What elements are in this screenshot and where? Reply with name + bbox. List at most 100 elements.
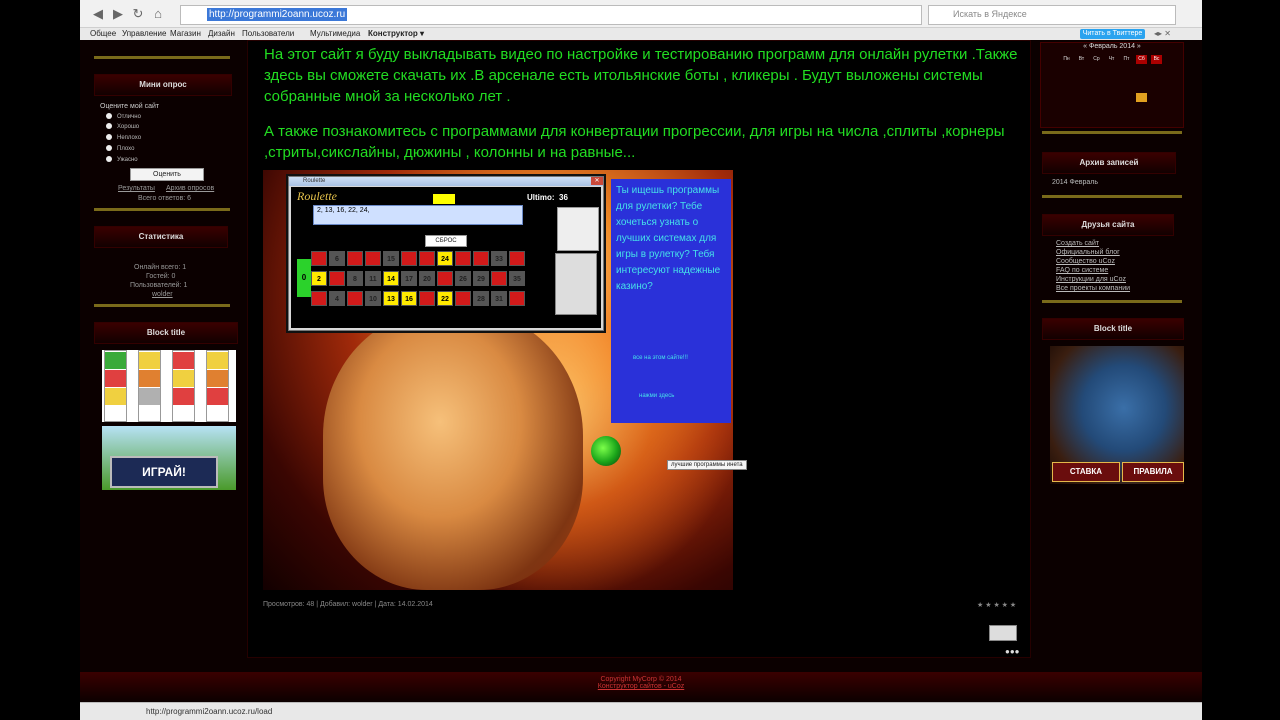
numbers-input[interactable]: 2, 13, 16, 22, 24, [313,205,523,225]
roulette-number-cell[interactable]: 19 [419,291,435,306]
ucoz-link[interactable]: Конструктор сайтов - uCoz [80,683,1202,690]
vote-button[interactable]: Оценить [130,168,204,181]
roulette-number-cell[interactable]: 9 [347,251,363,266]
promo-link[interactable]: нажми здесь [639,388,674,404]
radio-icon[interactable] [106,145,112,152]
counter-field[interactable] [433,194,455,204]
share-icon[interactable] [989,625,1017,641]
roulette-number-cell[interactable]: 34 [509,291,525,306]
window-controls-icon[interactable]: ◂▸ ✕ [1154,29,1171,38]
menu-item-design[interactable]: Дизайн [208,29,235,38]
archive-link[interactable]: 2014 Февраль [1052,179,1098,186]
poll-option[interactable]: Плохо [106,145,134,154]
twitter-button[interactable]: Читать в Твиттере [1080,29,1145,39]
address-bar[interactable]: http://programmi2oann.ucoz.ru [180,5,922,25]
roulette-number-cell[interactable]: 5 [329,271,345,286]
game-ad-banner[interactable]: ИГРАЙ! [102,426,236,490]
calendar-weekday: Чт [1108,56,1115,62]
search-input[interactable]: Искать в Яндексе [928,5,1176,25]
roulette-number-cell[interactable]: 28 [473,291,489,306]
rules-button[interactable]: ПРАВИЛА [1122,462,1184,482]
tooltip: лучшие программы инета [667,460,747,470]
poll-option[interactable]: Ужасно [106,156,138,165]
friend-link[interactable]: Инструкции для uCoz [1056,276,1126,283]
roulette-number-cell[interactable]: 11 [365,271,381,286]
menu-item-general[interactable]: Общее [90,29,116,38]
roulette-number-cell[interactable]: 20 [419,271,435,286]
block-title-left: Block title [94,322,238,344]
friend-link[interactable]: FAQ по системе [1056,267,1108,274]
menu-item-management[interactable]: Управление [122,29,166,38]
friend-link[interactable]: Все проекты компании [1056,285,1130,292]
roulette-number-cell[interactable]: 7 [347,291,363,306]
roulette-number-cell[interactable]: 22 [437,291,453,306]
roulette-number-cell[interactable]: 35 [509,271,525,286]
rating-stars[interactable]: ★ ★ ★ ★ ★ [977,601,1016,609]
forward-icon[interactable]: ▶ [110,6,126,22]
home-icon[interactable]: ⌂ [150,6,166,22]
poll-option[interactable]: Неплохо [106,134,141,143]
radio-icon[interactable] [106,156,112,163]
roulette-number-cell[interactable]: 21 [419,251,435,266]
roulette-number-cell[interactable]: 13 [383,291,399,306]
roulette-number-cell[interactable]: 17 [401,271,417,286]
side-buttons[interactable] [555,253,597,315]
close-icon[interactable]: ✕ [591,177,603,185]
slot-machine-image[interactable] [102,350,236,422]
roulette-number-cell[interactable]: 8 [347,271,363,286]
radio-icon[interactable] [106,134,112,141]
roulette-number-cell[interactable]: 26 [455,271,471,286]
radio-icon[interactable] [106,113,112,120]
roulette-number-cell[interactable]: 27 [455,251,471,266]
stats-line: Пользователей: 1 [130,282,188,289]
reset-button[interactable]: СБРОС [425,235,467,247]
roulette-number-cell[interactable]: 4 [329,291,345,306]
roulette-number-cell[interactable]: 32 [491,271,507,286]
calendar-today[interactable] [1136,93,1147,102]
friend-link[interactable]: Официальный блог [1056,249,1120,256]
poll-option[interactable]: Отлично [106,113,141,122]
zero-cell[interactable]: 0 [297,259,311,297]
back-icon[interactable]: ◀ [90,6,106,22]
roulette-number-cell[interactable]: 3 [311,251,327,266]
poll-results-link[interactable]: Результаты [118,185,155,192]
menu-item-constructor[interactable]: Конструктор ▾ [368,29,424,38]
roulette-window-title: Roulette [303,178,326,184]
roulette-number-cell[interactable]: 23 [437,271,453,286]
roulette-number-cell[interactable]: 29 [473,271,489,286]
roulette-number-cell[interactable]: 33 [491,251,507,266]
promo-link[interactable]: все на этом сайте!!! [633,350,688,366]
poll-option[interactable]: Хорошо [106,123,139,132]
roulette-ad-image[interactable]: СТАВКА ПРАВИЛА [1050,346,1184,484]
roulette-number-cell[interactable]: 12 [365,251,381,266]
url-text: http://programmi2oann.ucoz.ru [207,8,348,21]
roulette-number-cell[interactable]: 16 [401,291,417,306]
menu-item-multimedia[interactable]: Мультимедиа [310,29,360,38]
roulette-titlebar[interactable]: Roulette ✕ [289,177,603,186]
menu-item-users[interactable]: Пользователи [242,29,294,38]
radio-icon[interactable] [106,123,112,130]
stats-user-link[interactable]: wolder [152,291,173,298]
poll-archive-link[interactable]: Архив опросов [166,185,214,192]
roulette-number-cell[interactable]: 2 [311,271,327,286]
roulette-number-cell[interactable]: 36 [509,251,525,266]
roulette-number-cell[interactable]: 24 [437,251,453,266]
roulette-number-cell[interactable]: 30 [473,251,489,266]
roulette-app-window[interactable]: Roulette ✕ Roulette Ultimo: 36 2, 13, 16… [288,176,604,331]
play-button[interactable]: ИГРАЙ! [110,456,218,488]
more-icon[interactable]: ●●● [1005,647,1020,656]
roulette-number-cell[interactable]: 1 [311,291,327,306]
roulette-number-cell[interactable]: 14 [383,271,399,286]
roulette-number-cell[interactable]: 31 [491,291,507,306]
bet-button[interactable]: СТАВКА [1052,462,1120,482]
roulette-number-cell[interactable]: 6 [329,251,345,266]
menu-item-shop[interactable]: Магазин [170,29,201,38]
roulette-number-cell[interactable]: 15 [383,251,399,266]
roulette-number-cell[interactable]: 10 [365,291,381,306]
reload-icon[interactable]: ↻ [130,6,146,22]
clover-logo-icon[interactable] [591,436,621,466]
roulette-number-cell[interactable]: 25 [455,291,471,306]
roulette-number-cell[interactable]: 18 [401,251,417,266]
friend-link[interactable]: Сообщество uCoz [1056,258,1115,265]
friend-link[interactable]: Создать сайт [1056,240,1099,247]
